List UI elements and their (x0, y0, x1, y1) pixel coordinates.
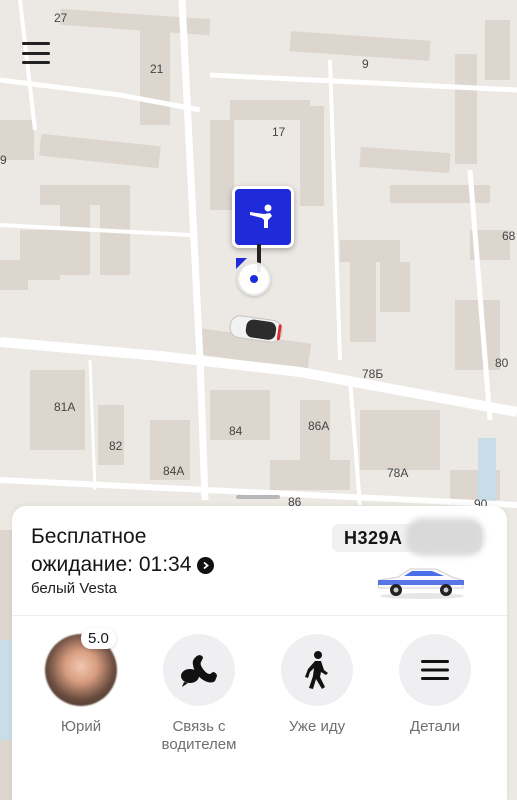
house-number: 84 (229, 424, 243, 438)
contact-driver-label: Связь с водителем (161, 718, 237, 753)
car-marker-icon (229, 315, 283, 343)
house-number: 68 (502, 229, 516, 243)
walking-person-icon (305, 651, 328, 689)
contact-driver-button[interactable]: Связь с водителем (140, 634, 258, 754)
house-number: 78Б (362, 367, 383, 381)
details-label: Детали (409, 718, 461, 735)
im-coming-button[interactable]: Уже иду (258, 634, 376, 736)
chevron-right-icon (203, 561, 210, 569)
wait-timer: ожидание: 01:34 (31, 553, 192, 576)
hamburger-icon (22, 42, 50, 45)
person-waving-icon (250, 204, 272, 228)
pickup-pin[interactable] (232, 186, 294, 248)
phone-chat-icon (181, 655, 217, 687)
house-number: 27 (54, 11, 68, 25)
direction-flag-icon (236, 258, 247, 269)
action-bar: 5.0 Юрий Связь с водителем Уже иду Детал… (12, 628, 507, 784)
driver-profile-button[interactable]: 5.0 Юрий (22, 628, 140, 736)
house-number: 17 (272, 125, 286, 139)
free-wait-title: Бесплатное ожидание: 01:34 (31, 523, 215, 579)
sheet-handle[interactable] (236, 495, 280, 499)
house-number: 86А (308, 419, 329, 433)
divider (12, 615, 507, 616)
details-button[interactable]: Детали (376, 634, 494, 736)
wait-title-line1: Бесплатное (31, 525, 147, 548)
car-image (377, 568, 464, 599)
house-number: 9 (0, 153, 7, 167)
house-number: 9 (362, 57, 369, 71)
car-description: белый Vesta (31, 580, 117, 597)
house-number: 84А (163, 464, 184, 478)
im-coming-label: Уже иду (288, 718, 346, 735)
house-number: 80 (495, 356, 509, 370)
ride-status-sheet: Бесплатное ожидание: 01:34 белый Vesta Н… (12, 506, 507, 800)
driver-name: Юрий (60, 718, 102, 735)
driver-rating: 5.0 (81, 628, 116, 649)
menu-button[interactable] (22, 42, 50, 64)
wait-info-button[interactable] (197, 556, 215, 574)
menu-lines-icon (421, 660, 449, 680)
plate-blur (406, 518, 484, 556)
house-number: 81А (54, 400, 75, 414)
plate-number: Н329А (344, 527, 403, 548)
house-number: 82 (109, 439, 123, 453)
house-number: 78А (387, 466, 408, 480)
house-number: 21 (150, 62, 164, 76)
